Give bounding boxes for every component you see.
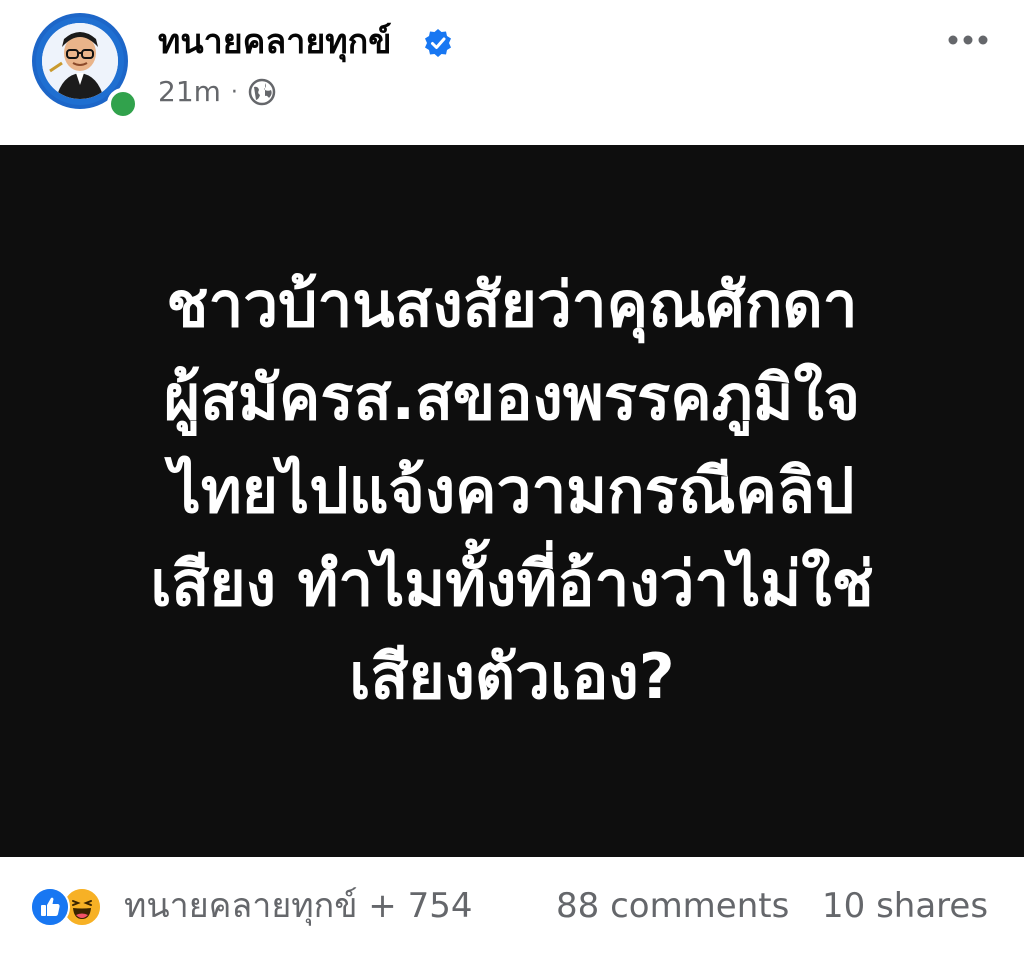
image-text-line: ไทยไปแจ้งความกรณีคลิป	[169, 454, 855, 527]
shares-count[interactable]: 10 shares	[822, 883, 988, 929]
avatar-illustration	[42, 23, 118, 99]
globe-icon[interactable]	[248, 78, 276, 106]
page-avatar[interactable]	[32, 13, 139, 120]
post-time[interactable]: 21m	[158, 72, 221, 112]
image-text-line: เสียงตัวเอง?	[349, 640, 675, 713]
reaction-summary[interactable]: ทนายคลายทุกข์ + 754	[124, 883, 473, 929]
image-text-line: ผู้สมัครส.สของพรรคภูมิใจ	[163, 361, 861, 434]
online-status-dot	[107, 88, 139, 120]
like-icon	[30, 887, 70, 927]
post-header: ทนายคลายทุกข์ 21m ·	[0, 0, 1024, 145]
image-text-line: ชาวบ้านสงสัยว่าคุณศักดา	[166, 268, 858, 341]
meta-separator: ·	[230, 79, 238, 105]
image-text-line: เสียง ทำไมทั้งที่อ้างว่าไม่ใช่	[150, 547, 874, 620]
post-footer: ทนายคลายทุกข์ + 754 88 comments 10 share…	[0, 857, 1024, 955]
post-image[interactable]: ชาวบ้านสงสัยว่าคุณศักดา ผู้สมัครส.สของพร…	[0, 145, 1024, 857]
more-options-icon[interactable]	[946, 30, 990, 50]
post-image-text: ชาวบ้านสงสัยว่าคุณศักดา ผู้สมัครส.สของพร…	[40, 258, 984, 723]
verified-badge-icon	[425, 29, 451, 57]
comments-count[interactable]: 88 comments	[556, 883, 789, 929]
reaction-icons[interactable]	[30, 887, 102, 927]
post-meta: 21m ·	[158, 72, 276, 112]
page-name[interactable]: ทนายคลายทุกข์	[158, 16, 392, 68]
